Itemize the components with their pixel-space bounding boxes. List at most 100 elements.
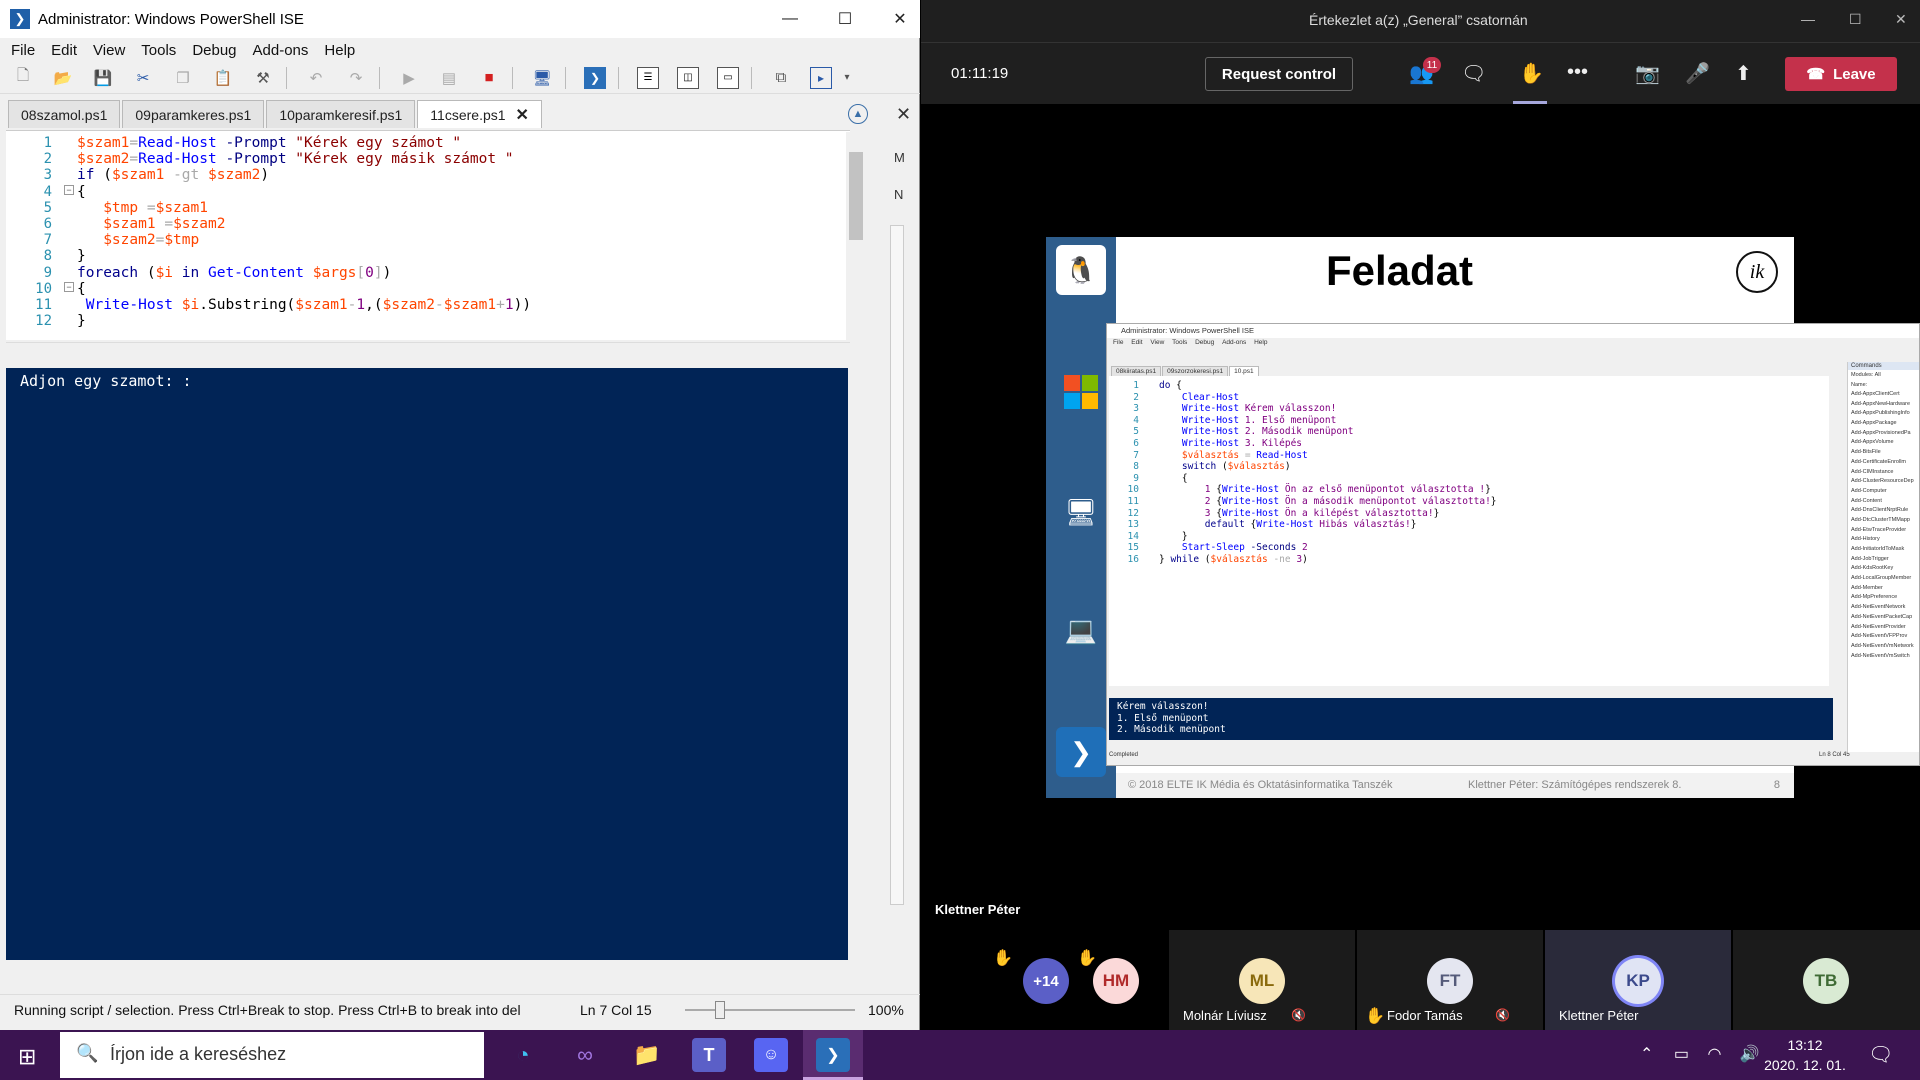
commands-pane-label: M <box>894 150 905 165</box>
copy-icon[interactable]: ❐ <box>172 67 194 89</box>
show-script-right-icon[interactable]: ◫ <box>677 66 699 89</box>
meeting-controls-bar: 01:11:19 Request control 👥 11 🗨 ✋ ••• 📷 … <box>921 42 1920 104</box>
participant-tile[interactable]: ML Molnár Líviusz 🔇 <box>1169 930 1355 1030</box>
raise-hand-icon[interactable]: ✋ <box>1519 61 1544 86</box>
console-vertical-scrollbar[interactable] <box>848 368 870 960</box>
show-hidden-icons-icon[interactable]: ⌃ <box>1640 1046 1653 1063</box>
avatar: HM <box>1093 958 1139 1004</box>
code-line: Write-Host 3. Kilépés <box>1181 437 1303 449</box>
remote-powershell-icon[interactable]: 🖥 <box>531 67 553 89</box>
windows-taskbar: ⊞ 🔍 Írjon ide a kereséshez ◔ ∞ 📁 T ☺ ❯ ⌃… <box>0 1030 1920 1080</box>
undo-icon[interactable]: ↶ <box>305 67 327 89</box>
open-folder-icon[interactable]: 📂 <box>52 67 74 89</box>
participant-tile[interactable]: TB <box>1733 930 1920 1030</box>
chat-icon[interactable]: 🗨 <box>1461 61 1486 86</box>
close-button[interactable]: ✕ <box>1895 11 1907 28</box>
cut-icon[interactable]: ✂ <box>132 67 154 89</box>
menu-file[interactable]: File <box>11 42 35 59</box>
command-list-item: Add-LocalGroupMember <box>1851 575 1912 582</box>
notification-center-icon[interactable]: 🗨 <box>1868 1042 1893 1067</box>
clear-console-icon[interactable]: ⚒ <box>252 67 274 89</box>
save-icon[interactable]: 💾 <box>92 67 114 89</box>
code-line: do { <box>1159 380 1182 391</box>
menu-debug[interactable]: Debug <box>192 42 236 59</box>
footer-copyright: © 2018 ELTE IK Média és Oktatásinformati… <box>1128 779 1393 791</box>
menu-view[interactable]: View <box>93 42 125 59</box>
windows-start-icon[interactable]: ⊞ <box>18 1044 36 1070</box>
start-powershell-icon[interactable]: ❯ <box>584 66 606 89</box>
paste-icon[interactable]: 📋 <box>212 67 234 89</box>
editor-horizontal-scrollbar[interactable] <box>6 342 850 360</box>
participant-strip: ✋ +14 ✋ HM ML Molnár Líviusz 🔇 FT ✋ Fodo… <box>921 930 1920 1030</box>
editor-vertical-scrollbar[interactable] <box>846 132 866 340</box>
teams-icon[interactable]: T <box>692 1038 726 1072</box>
visual-studio-icon[interactable]: ∞ <box>568 1038 602 1072</box>
script-editor[interactable]: 1 2 3 4 5 6 7 8 9 10 11 12 − − $szam1=Re… <box>6 130 850 340</box>
command-list-item: Add-DnsClientNrptRule <box>1851 507 1909 514</box>
command-list-item: Add-AppxVolume <box>1851 439 1894 446</box>
participant-tile[interactable]: FT ✋ Fodor Tamás 🔇 <box>1357 930 1543 1030</box>
scrollbar-thumb[interactable] <box>849 152 863 240</box>
camera-off-icon[interactable]: 📷 <box>1635 61 1660 86</box>
commands-pane-scrollbar[interactable] <box>890 225 904 905</box>
minimize-button[interactable]: — <box>1801 11 1815 27</box>
menu-help[interactable]: Help <box>324 42 355 59</box>
leave-button[interactable]: ☎ Leave <box>1785 57 1897 91</box>
file-explorer-icon[interactable]: 📁 <box>630 1038 664 1072</box>
line-number: 2 <box>43 151 52 168</box>
discord-icon[interactable]: ☺ <box>754 1038 788 1072</box>
redo-icon[interactable]: ↷ <box>345 67 367 89</box>
taskbar-clock[interactable]: 13:12 2020. 12. 01. <box>1755 1035 1855 1075</box>
line-number: 10 <box>1127 484 1139 496</box>
console-horizontal-scrollbar[interactable] <box>6 960 848 978</box>
run-script-icon[interactable]: ▶ <box>398 67 420 89</box>
participant-name: Molnár Líviusz <box>1183 1008 1267 1023</box>
show-script-top-icon[interactable]: ☰ <box>637 66 659 89</box>
line-number: 1 <box>43 135 52 151</box>
zoom-slider[interactable] <box>685 1009 855 1011</box>
toolbar-overflow-icon[interactable]: ▾ <box>836 67 858 89</box>
tab-11csere[interactable]: 11csere.ps1 ✕ <box>417 100 542 128</box>
run-selection-icon[interactable]: ▤ <box>438 67 460 89</box>
edge-browser-icon[interactable]: ◔ <box>506 1038 540 1072</box>
command-list-item: Add-AppxProvisionedPa <box>1851 429 1911 436</box>
more-actions-icon[interactable]: ••• <box>1567 61 1588 84</box>
microphone-off-icon[interactable]: 🎤 <box>1685 61 1710 86</box>
battery-icon[interactable]: ▭ <box>1674 1046 1689 1063</box>
powershell-ise-taskbar-icon[interactable]: ❯ <box>816 1038 850 1072</box>
windows-logo-icon <box>1056 367 1106 417</box>
share-screen-icon[interactable]: ⬆ <box>1735 61 1752 86</box>
stop-icon[interactable]: ■ <box>478 67 500 89</box>
collapse-block-icon[interactable]: − <box>64 282 74 292</box>
maximize-button[interactable]: ☐ <box>1849 11 1862 28</box>
command-list-item: Add-ClusterResourceDep <box>1851 478 1914 485</box>
code-line: Write-Host Kérem válasszon! <box>1181 403 1337 415</box>
tab-08szamol[interactable]: 08szamol.ps1 <box>8 100 121 128</box>
participant-tile[interactable]: ✋ HM <box>1061 930 1181 1030</box>
show-commands-icon[interactable]: ⧉ <box>770 67 792 89</box>
new-file-icon[interactable]: 🗋 <box>12 67 34 89</box>
show-addon-pane-icon[interactable]: ▸ <box>810 66 832 89</box>
participant-tile[interactable]: KP Klettner Péter <box>1545 930 1731 1030</box>
zoom-slider-handle[interactable] <box>715 1001 725 1019</box>
menu-tools[interactable]: Tools <box>141 42 176 59</box>
minimize-button[interactable]: — <box>760 0 820 38</box>
linux-penguin-icon: 🐧 <box>1056 245 1106 295</box>
menu-addons[interactable]: Add-ons <box>253 42 309 59</box>
maximize-button[interactable]: ☐ <box>815 0 875 38</box>
toolbar-separator <box>512 66 513 89</box>
code-line: Write-Host 1. Első menüpont <box>1181 414 1337 426</box>
window-title: Administrator: Windows PowerShell ISE <box>38 10 304 28</box>
collapse-block-icon[interactable]: − <box>64 185 74 195</box>
tab-09paramkeres[interactable]: 09paramkeres.ps1 <box>122 100 265 128</box>
tab-10paramkeresif[interactable]: 10paramkeresif.ps1 <box>266 100 416 128</box>
close-commands-pane-icon[interactable]: ✕ <box>896 104 911 125</box>
request-control-button[interactable]: Request control <box>1205 57 1353 91</box>
collapse-pane-icon[interactable]: ▲ <box>848 104 868 124</box>
wifi-icon[interactable]: ◠ <box>1707 1046 1721 1063</box>
menu-edit[interactable]: Edit <box>51 42 77 59</box>
show-script-maximized-icon[interactable]: ▭ <box>717 66 739 89</box>
taskbar-search-box[interactable]: 🔍 Írjon ide a kereséshez <box>60 1032 484 1078</box>
close-tab-icon[interactable]: ✕ <box>516 105 529 125</box>
console-pane[interactable]: Adjon egy szamot: : <box>6 368 848 960</box>
